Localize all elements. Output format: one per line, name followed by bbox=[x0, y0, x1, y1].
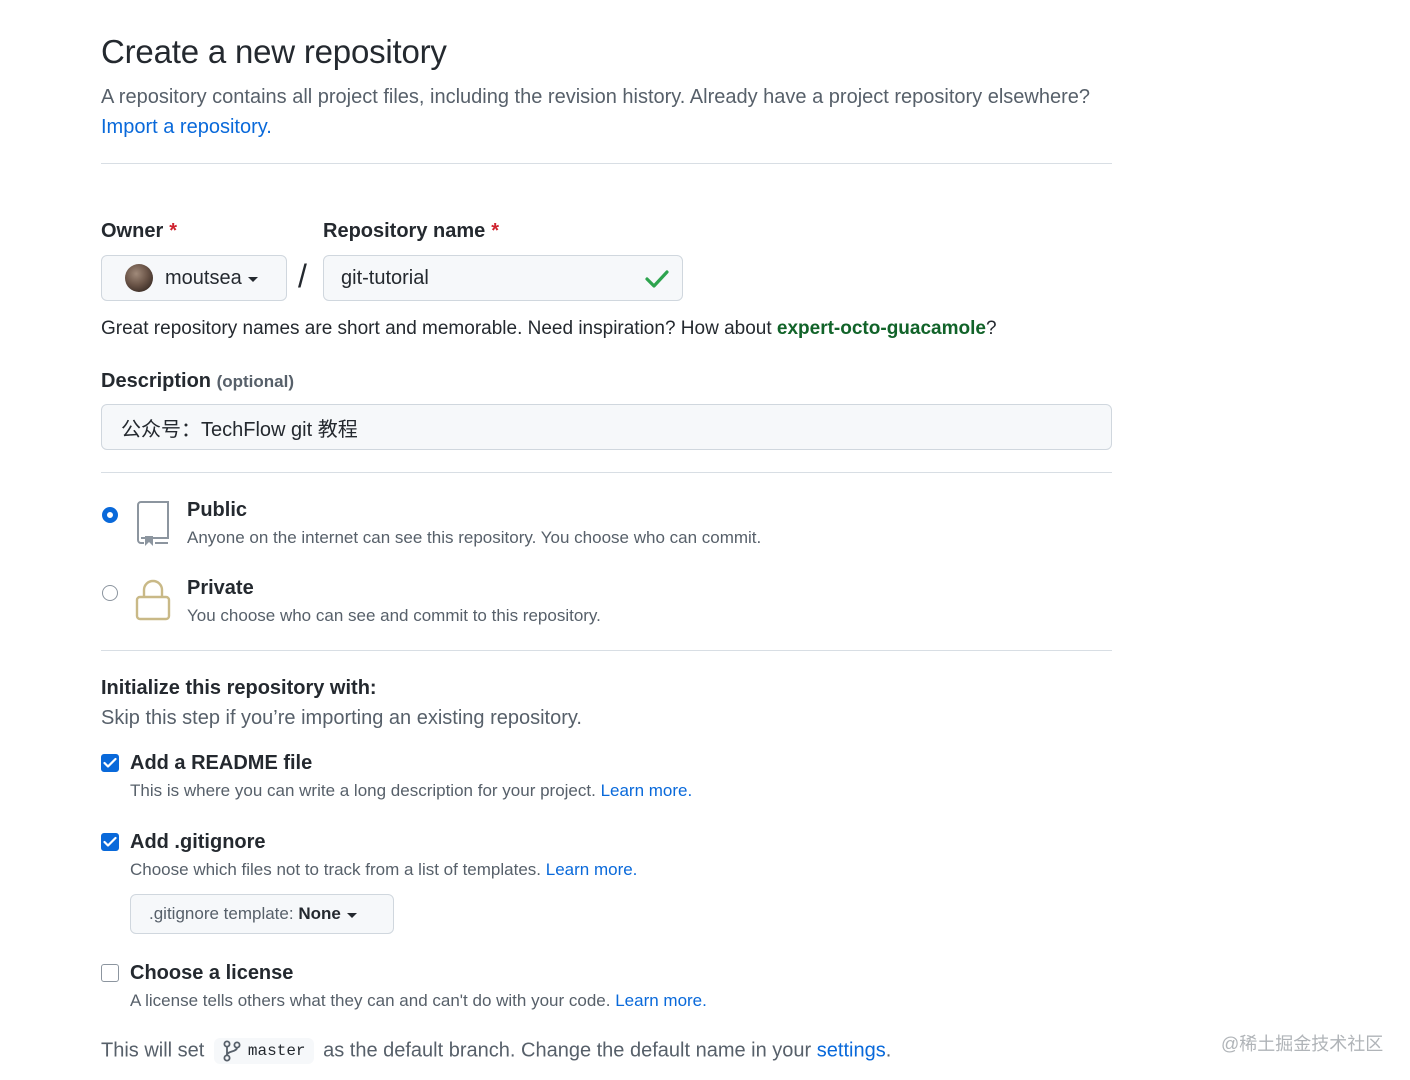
readme-desc: This is where you can write a long descr… bbox=[130, 781, 692, 801]
owner-label-text: Owner bbox=[101, 220, 164, 242]
chevron-down-icon bbox=[247, 276, 258, 282]
private-title: Private bbox=[187, 577, 254, 599]
git-branch-icon bbox=[223, 1040, 241, 1062]
public-title: Public bbox=[187, 499, 248, 521]
gitignore-desc: Choose which files not to track from a l… bbox=[130, 860, 637, 880]
repo-name-label-text: Repository name bbox=[323, 220, 486, 242]
gitignore-template-prefix: .gitignore template: bbox=[149, 904, 294, 923]
divider bbox=[101, 650, 1112, 651]
readme-label[interactable]: Add a README file bbox=[130, 752, 312, 775]
branch-name: master bbox=[247, 1042, 306, 1060]
divider bbox=[101, 163, 1112, 164]
default-branch-note: This will set master as the default bran… bbox=[101, 1038, 891, 1064]
check-icon bbox=[645, 270, 669, 288]
license-desc: A license tells others what they can and… bbox=[130, 991, 707, 1011]
init-subtitle: Skip this step if you’re importing an ex… bbox=[101, 707, 582, 729]
repo-name-input[interactable]: git-tutorial bbox=[323, 255, 683, 301]
avatar bbox=[125, 264, 153, 292]
private-desc: You choose who can see and commit to thi… bbox=[187, 606, 601, 625]
owner-value: moutsea bbox=[165, 266, 242, 289]
readme-desc-text: This is where you can write a long descr… bbox=[130, 781, 596, 800]
chevron-down-icon bbox=[346, 912, 357, 918]
branch-note-middle: as the default branch. Change the defaul… bbox=[323, 1039, 812, 1062]
init-title: Initialize this repository with: bbox=[101, 677, 377, 699]
name-hint: Great repository names are short and mem… bbox=[101, 318, 997, 340]
description-value: 公众号：TechFlow git 教程 bbox=[121, 418, 358, 441]
description-optional: (optional) bbox=[216, 372, 295, 391]
divider bbox=[101, 472, 1112, 473]
gitignore-learn-more-link[interactable]: Learn more. bbox=[546, 860, 638, 879]
gitignore-label[interactable]: Add .gitignore bbox=[130, 831, 266, 854]
gitignore-checkbox[interactable] bbox=[101, 833, 119, 851]
branch-badge: master bbox=[213, 1038, 314, 1064]
private-radio[interactable] bbox=[102, 585, 118, 601]
public-desc: Anyone on the internet can see this repo… bbox=[187, 528, 762, 547]
lead-text: A repository contains all project files,… bbox=[101, 86, 1091, 108]
description-label: Description (optional) bbox=[101, 370, 294, 393]
description-input[interactable]: 公众号：TechFlow git 教程 bbox=[101, 404, 1112, 450]
public-radio[interactable] bbox=[102, 507, 118, 523]
branch-note-prefix: This will set bbox=[101, 1039, 205, 1062]
branch-note-suffix: . bbox=[885, 1039, 892, 1062]
name-hint-suffix: ? bbox=[985, 318, 997, 339]
lock-icon bbox=[135, 579, 171, 621]
name-hint-text: Great repository names are short and mem… bbox=[101, 318, 772, 339]
description-label-text: Description bbox=[101, 370, 212, 392]
repo-name-required-mark: * bbox=[491, 220, 500, 242]
license-learn-more-link[interactable]: Learn more. bbox=[615, 991, 707, 1010]
readme-learn-more-link[interactable]: Learn more. bbox=[601, 781, 693, 800]
watermark: @稀土掘金技术社区 bbox=[1221, 1034, 1384, 1054]
owner-label: Owner * bbox=[101, 220, 177, 243]
gitignore-desc-text: Choose which files not to track from a l… bbox=[130, 860, 542, 879]
checkmark-icon bbox=[103, 757, 117, 768]
readme-checkbox[interactable] bbox=[101, 754, 119, 772]
owner-required-mark: * bbox=[169, 220, 178, 242]
settings-link[interactable]: settings bbox=[817, 1039, 886, 1061]
checkmark-icon bbox=[103, 836, 117, 847]
page-title: Create a new repository bbox=[101, 33, 447, 70]
gitignore-template-value: None bbox=[298, 904, 341, 923]
import-repository-link[interactable]: Import a repository. bbox=[101, 116, 272, 138]
license-checkbox[interactable] bbox=[101, 964, 119, 982]
repo-name-label: Repository name * bbox=[323, 220, 499, 243]
license-desc-text: A license tells others what they can and… bbox=[130, 991, 611, 1010]
page-lead: A repository contains all project files,… bbox=[101, 82, 1111, 142]
license-label[interactable]: Choose a license bbox=[130, 962, 293, 985]
owner-select-button[interactable]: moutsea bbox=[101, 255, 287, 301]
name-suggestion-link[interactable]: expert-octo-guacamole bbox=[777, 318, 986, 339]
repo-icon bbox=[137, 501, 169, 546]
gitignore-template-select[interactable]: .gitignore template: None bbox=[130, 894, 394, 934]
repo-name-value: git-tutorial bbox=[341, 266, 429, 289]
owner-repo-separator: / bbox=[298, 258, 307, 294]
